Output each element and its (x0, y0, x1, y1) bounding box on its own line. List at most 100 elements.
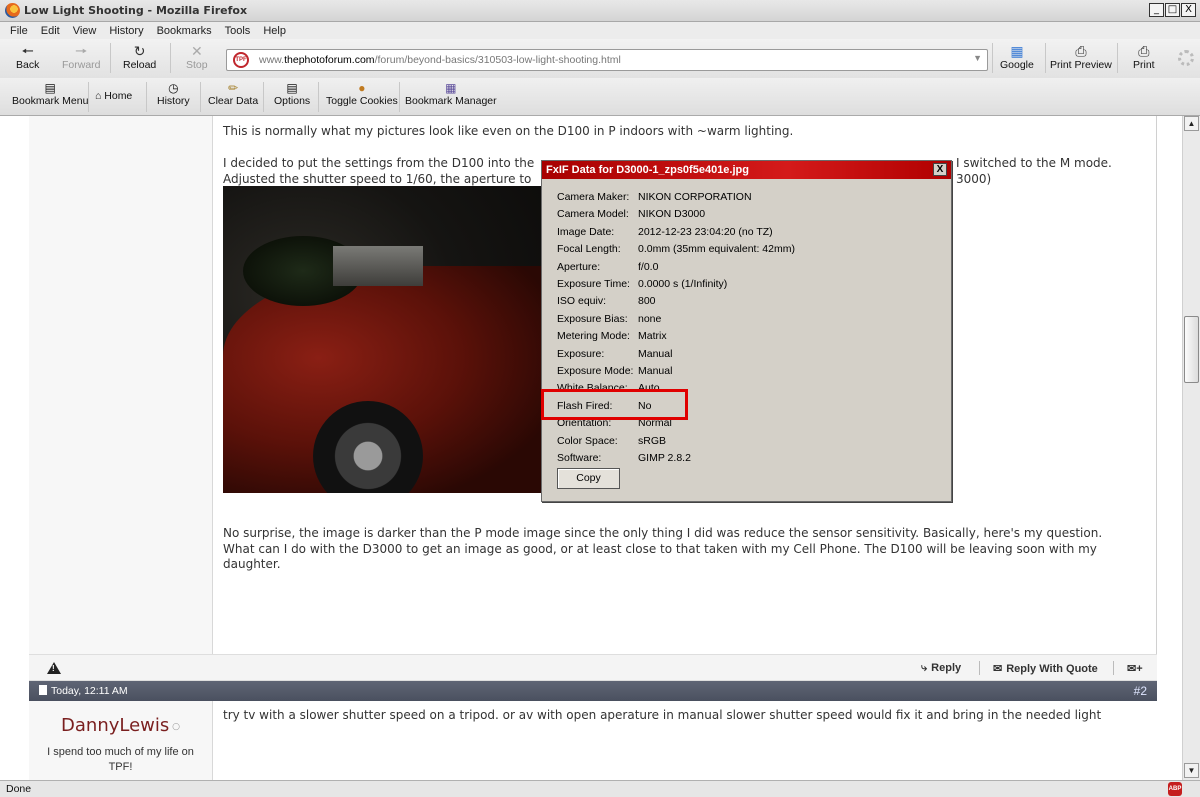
post-2-text: try tv with a slower shutter speed on a … (223, 708, 1102, 722)
printer-icon: ⎙ (1138, 43, 1150, 59)
fxif-row-value: 2012-12-23 23:04:20 (no TZ) (638, 225, 773, 238)
home-icon: ⌂ (95, 90, 102, 102)
multi-quote-icon: ✉+ (1127, 663, 1143, 675)
toolbar-separator (399, 82, 400, 112)
print-preview-icon: ⎙ (1075, 43, 1087, 59)
menu-bookmarks[interactable]: Bookmarks (157, 25, 212, 37)
post-2-username[interactable]: DannyLewis (29, 715, 212, 736)
toolbar-separator (318, 82, 319, 112)
reply-button[interactable]: ⤷ Reply (921, 662, 961, 675)
fxif-row-label: Exposure Bias: (557, 312, 628, 325)
cookie-icon: ● (358, 81, 366, 95)
toolbar-separator (88, 82, 89, 112)
fxif-row-value: f/0.0 (638, 260, 659, 273)
fxif-row-value: none (638, 312, 662, 325)
fxif-dialog: FxIF Data for D3000-1_zps0f5e401e.jpg X … (541, 160, 952, 502)
clear-data-button[interactable]: ✏ Clear Data (208, 81, 258, 107)
fxif-row-value: 0.0000 s (1/Infinity) (638, 278, 728, 290)
window-controls: _ □ X (1149, 3, 1196, 17)
adblock-plus-icon[interactable]: ABP (1168, 782, 1182, 796)
close-window-button[interactable]: X (1181, 3, 1196, 17)
bookmark-manager-icon: ▦ (445, 81, 457, 95)
post-1-photo[interactable] (223, 186, 541, 493)
scrollbar-thumb[interactable] (1184, 316, 1199, 383)
multi-quote-button[interactable]: ✉+ (1127, 662, 1147, 675)
fxif-row-label: Exposure Time: (557, 278, 630, 290)
reload-label: Reload (123, 59, 157, 71)
scroll-down-arrow-icon[interactable]: ▼ (1184, 763, 1199, 778)
url-text[interactable]: www.thephotoforum.com/forum/beyond-basic… (259, 54, 621, 66)
menu-file[interactable]: File (10, 25, 28, 37)
fxif-row-value: sRGB (638, 434, 667, 447)
window-title: Low Light Shooting - Mozilla Firefox (24, 4, 248, 17)
fxif-close-button[interactable]: X (933, 163, 947, 176)
history-label: History (157, 95, 190, 107)
fxif-dialog-title: FxIF Data for D3000-1_zps0f5e401e.jpg (546, 164, 749, 176)
vertical-scrollbar[interactable]: ▲ ▼ (1182, 116, 1200, 780)
fxif-row-value: Matrix (638, 330, 667, 343)
print-preview-button[interactable]: ⎙ Print Preview (1050, 43, 1112, 71)
print-button[interactable]: ⎙ Print (1133, 43, 1155, 71)
print-preview-label: Print Preview (1050, 59, 1112, 71)
post-1-line-1-right: I switched to the M mode. (956, 156, 1112, 170)
post-2-user-column: DannyLewis I spend too much of my life o… (29, 701, 213, 780)
bookmark-menu-icon: ▤ (44, 81, 56, 95)
post-2-number-link[interactable]: #2 (1134, 684, 1147, 698)
fxif-row-label: Image Date: (557, 225, 615, 238)
reply-with-quote-label: Reply With Quote (1006, 663, 1098, 675)
menu-bar: File Edit View History Bookmarks Tools H… (0, 22, 1200, 39)
options-label: Options (274, 95, 311, 107)
bookmarks-toolbar: ▤ Bookmark Menu ⌂ Home ◷ History ✏ Clear… (0, 78, 1200, 116)
reply-arrow-icon: ⤷ (921, 662, 928, 674)
bookmark-menu-button[interactable]: ▤ Bookmark Menu (12, 81, 88, 107)
bookmark-manager-label: Bookmark Manager (405, 95, 497, 107)
menu-view[interactable]: View (73, 25, 97, 37)
url-path: /forum/beyond-basics/310503-low-light-sh… (374, 54, 621, 66)
url-domain: thephotoforum.com (284, 54, 375, 66)
back-button[interactable]: 🠔 Back (16, 43, 39, 71)
throbber-icon (1178, 50, 1194, 66)
photo-reflection (333, 246, 423, 286)
stop-label: Stop (186, 59, 208, 71)
fxif-row-label: Metering Mode: (557, 330, 630, 343)
reload-button[interactable]: ↻ Reload (123, 43, 156, 71)
google-button[interactable]: ▦ Google (1000, 43, 1034, 71)
scroll-up-arrow-icon[interactable]: ▲ (1184, 116, 1199, 131)
report-warning-icon[interactable] (47, 662, 61, 674)
stop-x-icon: ✕ (190, 43, 203, 59)
flash-fired-highlight (541, 389, 688, 420)
forward-button[interactable]: 🠖 Forward (62, 43, 101, 71)
menu-tools[interactable]: Tools (225, 25, 251, 37)
fxif-row-value: Manual (638, 365, 673, 377)
url-bar[interactable]: TPF www.thephotoforum.com/forum/beyond-b… (226, 49, 988, 71)
status-bar: Done ABP (0, 780, 1200, 797)
fxif-row-label: Color Space: (557, 434, 618, 447)
history-button[interactable]: ◷ History (157, 81, 190, 107)
fxif-row-value: GIMP 2.8.2 (638, 452, 691, 464)
post-1-user-column (29, 116, 213, 654)
post-1-paragraph-2-left: I decided to put the settings from the D… (223, 156, 543, 187)
menu-edit[interactable]: Edit (41, 25, 60, 37)
fxif-row-value: NIKON D3000 (638, 208, 706, 221)
fxif-copy-button[interactable]: Copy (557, 468, 620, 489)
toggle-cookies-button[interactable]: ● Toggle Cookies (326, 81, 398, 107)
post-1-line-2-left: Adjusted the shutter speed to 1/60, the … (223, 171, 532, 186)
bookmark-menu-label: Bookmark Menu (12, 95, 89, 107)
broom-icon: ✏ (228, 81, 239, 95)
post-2-date: Today, 12:11 AM (39, 685, 128, 697)
home-button[interactable]: ⌂ Home (95, 90, 132, 102)
bookmark-manager-button[interactable]: ▦ Bookmark Manager (405, 81, 497, 107)
menu-history[interactable]: History (109, 25, 143, 37)
toolbar-separator (200, 82, 201, 112)
menu-help[interactable]: Help (263, 25, 286, 37)
stop-button[interactable]: ✕ Stop (186, 43, 208, 71)
fxif-row-label: Camera Model: (557, 208, 629, 221)
url-dropdown-icon[interactable]: ▼ (973, 53, 982, 63)
toolbar-separator (263, 82, 264, 112)
reply-with-quote-button[interactable]: ✉ Reply With Quote (993, 662, 1098, 675)
options-button[interactable]: ▤ Options (274, 81, 310, 107)
maximize-button[interactable]: □ (1165, 3, 1180, 17)
minimize-button[interactable]: _ (1149, 3, 1164, 17)
back-label: Back (16, 59, 40, 71)
toolbar-separator (1117, 43, 1118, 73)
